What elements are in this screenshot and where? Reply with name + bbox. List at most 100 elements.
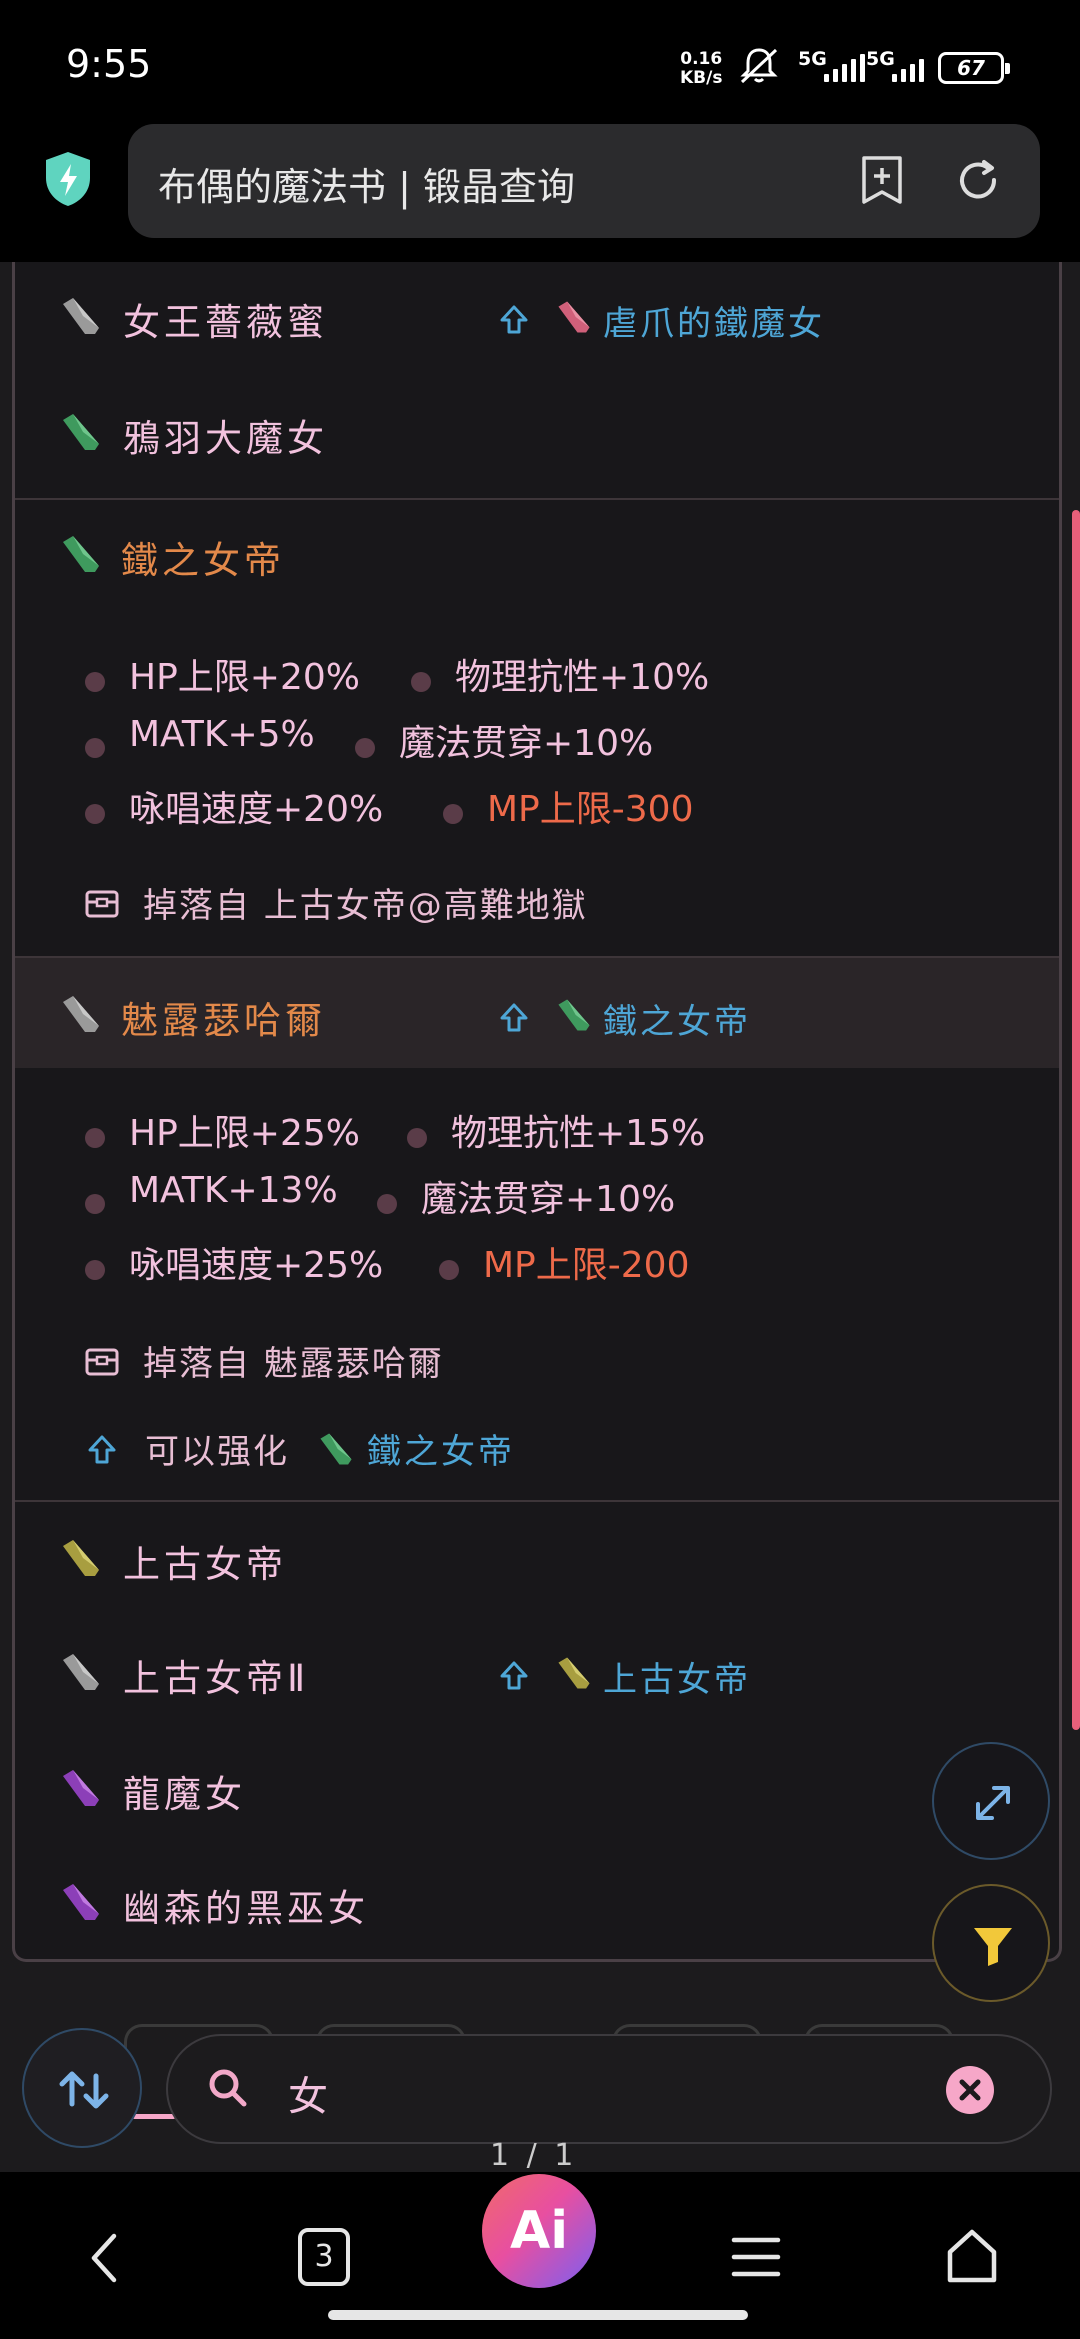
- can-upgrade-label: 可以强化: [145, 1432, 289, 1472]
- results-panel: 女王薔薇蜜 虐爪的鐵魔女 鴉羽大魔女 鐵之女帝 HP上限+20% 物理抗性+10…: [12, 262, 1062, 1962]
- crystal-gray-icon: [63, 298, 99, 334]
- list-item[interactable]: 女王薔薇蜜 虐爪的鐵魔女: [15, 262, 1059, 372]
- filter-button[interactable]: [932, 1884, 1050, 2002]
- speed-value: 0.16: [680, 49, 723, 69]
- crystal-green-icon: [320, 1433, 352, 1465]
- status-bar: 9:55 0.16 KB/s 5G 5G 67: [0, 0, 1080, 120]
- search-icon: [209, 2069, 247, 2107]
- stat-negative: MP上限-200: [483, 1245, 690, 1286]
- stat: 咏唱速度+25%: [129, 1245, 384, 1286]
- list-item[interactable]: 鴉羽大魔女: [15, 372, 1059, 482]
- crystal-green-icon: [558, 999, 590, 1031]
- item-name: 上古女帝: [123, 1543, 287, 1586]
- upgrade-arrow-icon: [500, 1003, 528, 1032]
- upgrade-arrow-icon: [88, 1435, 116, 1464]
- bullet: [443, 804, 463, 824]
- security-shield-icon[interactable]: [42, 150, 94, 208]
- signal-bars-1: [824, 52, 865, 82]
- refresh-icon[interactable]: [954, 156, 1004, 206]
- menu-icon[interactable]: [730, 2232, 782, 2282]
- clear-search-button[interactable]: [946, 2066, 994, 2114]
- can-upgrade-target-link[interactable]: 鐵之女帝: [367, 1424, 515, 1473]
- crystal-purple-icon: [63, 1884, 99, 1920]
- item-name: 龍魔女: [123, 1773, 246, 1816]
- list-item-expanded[interactable]: 鐵之女帝: [15, 500, 1059, 610]
- crystal-gray-icon: [63, 1654, 99, 1690]
- item-name: 幽森的黑巫女: [123, 1887, 369, 1930]
- page-indicator: 1 / 1: [490, 2138, 578, 2173]
- drop-source-text: 掉落自 魅露瑟哈爾: [143, 1344, 444, 1384]
- expand-all-button[interactable]: [932, 1742, 1050, 1860]
- address-bar[interactable]: 布偶的魔法书 | 锻晶查询: [128, 124, 1040, 238]
- battery-indicator: 67: [938, 52, 1010, 84]
- list-item[interactable]: 上古女帝: [15, 1502, 1059, 1612]
- upgrade-arrow-icon: [500, 305, 528, 334]
- item-name: 女王薔薇蜜: [123, 301, 328, 344]
- signal-bars-2: [892, 52, 924, 82]
- item-name: 鴉羽大魔女: [123, 417, 328, 460]
- drop-source-text: 掉落自 上古女帝@高難地獄: [143, 886, 588, 926]
- filter-icon: [974, 1928, 1012, 1966]
- ai-assistant-button[interactable]: Ai: [482, 2174, 596, 2288]
- home-icon[interactable]: [944, 2226, 1000, 2286]
- crystal-green-icon: [63, 414, 99, 450]
- list-item[interactable]: 上古女帝Ⅱ 上古女帝: [15, 1618, 1059, 1728]
- stat: 魔法贯穿+10%: [399, 723, 654, 764]
- crystal-yellow-icon: [63, 1540, 99, 1576]
- back-icon[interactable]: [88, 2230, 120, 2286]
- bullet: [439, 1260, 459, 1280]
- stat: MATK+13%: [129, 1170, 338, 1211]
- expand-icon: [976, 1786, 1010, 1820]
- bullet: [85, 1260, 105, 1280]
- close-icon: [959, 2079, 981, 2101]
- bullet: [85, 1194, 105, 1214]
- stat: 咏唱速度+20%: [129, 789, 384, 830]
- drop-source-icon: [85, 1348, 119, 1376]
- tabs-button[interactable]: 3: [298, 2228, 350, 2286]
- bullet: [85, 804, 105, 824]
- search-bar[interactable]: 女: [166, 2034, 1052, 2144]
- add-bookmark-icon[interactable]: [858, 154, 906, 206]
- crystal-green-icon: [63, 536, 99, 572]
- stat: HP上限+20%: [129, 657, 360, 698]
- bullet: [85, 1128, 105, 1148]
- list-item[interactable]: 龍魔女: [15, 1732, 1059, 1842]
- gesture-home-bar[interactable]: [328, 2310, 748, 2320]
- stat: 物理抗性+10%: [455, 657, 710, 698]
- bullet: [355, 738, 375, 758]
- page-content: 女王薔薇蜜 虐爪的鐵魔女 鴉羽大魔女 鐵之女帝 HP上限+20% 物理抗性+10…: [0, 262, 1080, 2172]
- drop-source-icon: [85, 890, 119, 918]
- speed-unit: KB/s: [680, 68, 723, 88]
- list-item[interactable]: 幽森的黑巫女: [15, 1848, 1059, 1958]
- list-item-expanded[interactable]: 魅露瑟哈爾 鐵之女帝: [15, 958, 1059, 1068]
- mute-icon: [740, 48, 778, 84]
- item-name: 鐵之女帝: [121, 539, 285, 582]
- crystal-yellow-icon: [558, 1657, 590, 1689]
- upgrade-from-link[interactable]: 鐵之女帝: [603, 994, 751, 1043]
- stat: 魔法贯穿+10%: [421, 1179, 676, 1220]
- bullet: [407, 1128, 427, 1148]
- page-title: 布偶的魔法书 | 锻晶查询: [158, 165, 575, 209]
- item-name: 上古女帝Ⅱ: [123, 1657, 310, 1700]
- upgrade-from-link[interactable]: 虐爪的鐵魔女: [603, 296, 825, 345]
- bullet: [377, 1194, 397, 1214]
- scrollbar[interactable]: [1072, 510, 1080, 1730]
- bullet: [85, 738, 105, 758]
- search-input[interactable]: 女: [288, 2064, 328, 2122]
- status-time: 9:55: [66, 42, 152, 86]
- crystal-gray-icon: [63, 996, 99, 1032]
- crystal-red-icon: [558, 301, 590, 333]
- crystal-purple-icon: [63, 1770, 99, 1806]
- network-speed: 0.16 KB/s: [680, 50, 722, 88]
- signal-label-1: 5G: [798, 48, 827, 70]
- sort-button[interactable]: [22, 2028, 142, 2148]
- bullet: [411, 672, 431, 692]
- stat: MATK+5%: [129, 714, 315, 755]
- upgrade-from-link[interactable]: 上古女帝: [603, 1652, 751, 1701]
- stat: HP上限+25%: [129, 1113, 360, 1154]
- sort-arrows-icon: [59, 2071, 109, 2109]
- upgrade-arrow-icon: [500, 1661, 528, 1690]
- stat-negative: MP上限-300: [487, 789, 694, 830]
- bullet: [85, 672, 105, 692]
- item-name: 魅露瑟哈爾: [121, 999, 326, 1042]
